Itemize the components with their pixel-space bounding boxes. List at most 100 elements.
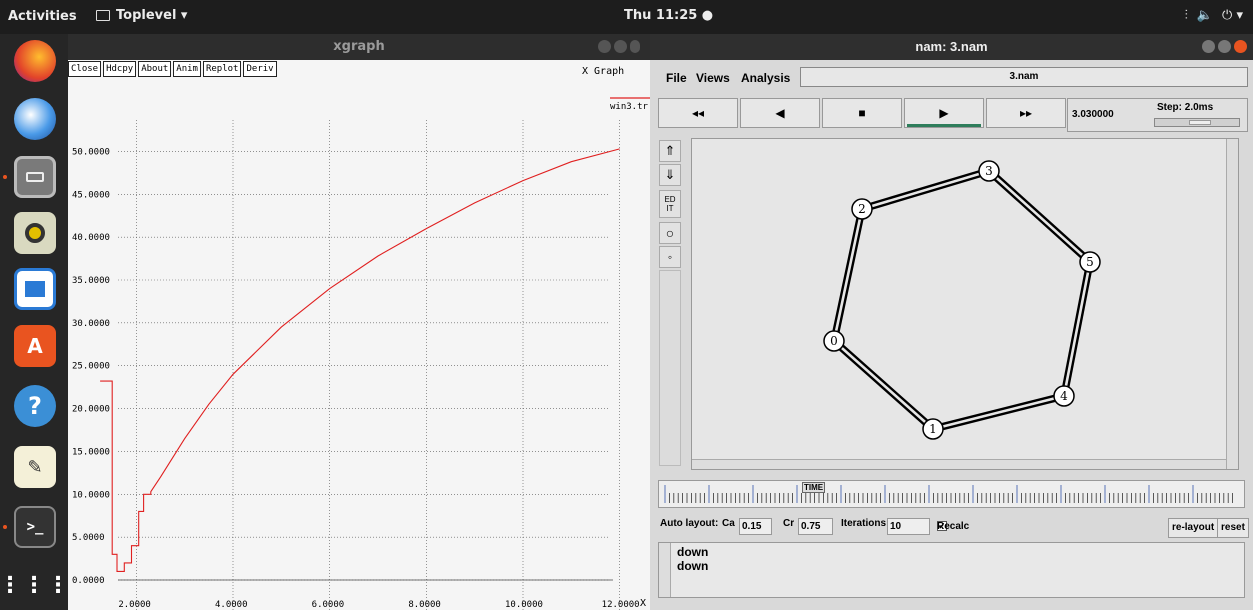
link-line xyxy=(860,167,989,208)
menu-file[interactable]: File xyxy=(666,71,687,85)
fast-rewind-button[interactable]: ◂◂ xyxy=(658,98,738,128)
log-line: down xyxy=(677,559,709,573)
volume-icon[interactable]: 🔈 xyxy=(1197,8,1213,23)
iterations-label: Iterations xyxy=(841,518,887,529)
maximize-button[interactable] xyxy=(614,40,627,53)
reset-button[interactable]: reset xyxy=(1217,518,1249,538)
time-panel: 3.030000 Step: 2.0ms xyxy=(1067,98,1248,132)
link-line xyxy=(831,341,933,432)
x-tick-label: 2.0000 xyxy=(118,600,151,610)
files-icon[interactable] xyxy=(14,156,56,198)
stop-button[interactable]: ■ xyxy=(822,98,902,128)
cr-input[interactable]: 0.75 xyxy=(798,518,833,535)
filename-field: 3.nam xyxy=(800,67,1248,87)
network-icon[interactable]: ⫶ xyxy=(1185,8,1188,23)
x-tick-label: 4.0000 xyxy=(215,600,248,610)
y-tick-label: 45.0000 xyxy=(72,190,110,200)
dock: A ? ✎ >_ ⋮⋮⋮ xyxy=(0,34,69,610)
rewind-button[interactable]: ◀ xyxy=(740,98,820,128)
apps-grid-icon[interactable]: ⋮⋮⋮ xyxy=(0,564,69,606)
firefox-icon[interactable] xyxy=(14,40,56,82)
node-tool-icon[interactable]: ○ xyxy=(659,222,681,244)
zoom-out-glyph: ⇓ xyxy=(664,167,676,182)
text-editor-icon[interactable]: ✎ xyxy=(14,446,56,488)
vertical-scrollbar[interactable] xyxy=(1226,139,1238,469)
log-panel[interactable]: down down xyxy=(658,542,1245,598)
terminal-icon[interactable]: >_ xyxy=(14,506,56,548)
rhythmbox-icon[interactable] xyxy=(14,212,56,254)
y-tick-label: 5.0000 xyxy=(72,533,105,543)
app-menu[interactable]: Toplevel ▾ xyxy=(96,8,187,23)
y-tick-label: 50.0000 xyxy=(72,147,110,157)
autolayout-label: Auto layout: xyxy=(660,518,719,529)
relayout-button[interactable]: re-layout xyxy=(1168,518,1219,538)
step-label: Step: 2.0ms xyxy=(1157,102,1214,113)
zoom-in-glyph: ⇑ xyxy=(664,143,676,158)
window-title: xgraph xyxy=(333,39,385,54)
node-label: 3 xyxy=(985,164,993,178)
y-tick-label: 40.0000 xyxy=(72,233,110,243)
network-topology: 0 1 2 3 4 5 xyxy=(823,160,1101,440)
y-tick-label: 25.0000 xyxy=(72,362,110,372)
timeline[interactable]: TIME xyxy=(658,480,1245,508)
top-bar: Activities Toplevel ▾ Thu 11:25 ● ⫶ 🔈 ⏻ … xyxy=(0,0,1253,34)
menu-analysis[interactable]: Analysis xyxy=(741,71,790,85)
log-scrollbar[interactable] xyxy=(659,543,671,597)
legend-label: win3.tr xyxy=(610,102,649,112)
edit-toolbar: ⇑ ⇓ ED IT ○ ◦ xyxy=(659,140,681,466)
xgraph-titlebar[interactable]: xgraph xyxy=(68,34,650,60)
auto-layout-bar: Auto layout: Ca 0.15 Cr 0.75 Iterations … xyxy=(650,514,1253,538)
link-line xyxy=(989,168,1093,262)
power-icon[interactable]: ⏻ ▾ xyxy=(1222,8,1243,23)
zoom-out-icon[interactable]: ⇓ xyxy=(659,164,681,186)
node-label: 1 xyxy=(929,422,937,436)
thunderbird-icon[interactable] xyxy=(14,98,56,140)
timeline-ruler xyxy=(664,485,1233,503)
fast-rewind-icon: ◂◂ xyxy=(691,106,705,120)
step-slider[interactable] xyxy=(1154,118,1240,127)
nam-titlebar[interactable]: nam: 3.nam xyxy=(650,34,1253,60)
network-canvas[interactable]: 0 1 2 3 4 5 xyxy=(691,138,1239,470)
play-icon: ▶ xyxy=(939,106,949,120)
close-window-button[interactable] xyxy=(1234,40,1247,53)
ca-input[interactable]: 0.15 xyxy=(739,518,772,535)
edit-button[interactable]: ED IT xyxy=(659,190,681,218)
fast-forward-button[interactable]: ▸▸ xyxy=(986,98,1066,128)
ca-label: Ca xyxy=(722,518,735,529)
current-time: 3.030000 xyxy=(1072,109,1114,120)
help-icon[interactable]: ? xyxy=(14,385,56,427)
x-tick-label: 10.0000 xyxy=(505,600,543,610)
x-tick-label: 12.0000 xyxy=(602,600,640,610)
time-marker[interactable]: TIME xyxy=(802,482,826,493)
tool-panel xyxy=(659,270,681,466)
clock[interactable]: Thu 11:25 ● xyxy=(624,8,713,23)
node-label: 4 xyxy=(1060,389,1068,403)
link-line xyxy=(835,209,866,342)
minimize-button[interactable] xyxy=(598,40,611,53)
step-slider-handle[interactable] xyxy=(1189,120,1211,125)
writer-icon[interactable] xyxy=(14,268,56,310)
node-label: 5 xyxy=(1086,255,1094,269)
zoom-in-icon[interactable]: ⇑ xyxy=(659,140,681,162)
close-window-button[interactable] xyxy=(630,40,640,53)
system-tray[interactable]: ⫶ 🔈 ⏻ ▾ xyxy=(1185,8,1243,23)
node-label: 2 xyxy=(858,202,866,216)
window-icon xyxy=(96,10,110,21)
point-tool-glyph: ◦ xyxy=(667,250,673,264)
link-line xyxy=(830,208,861,341)
link-line xyxy=(986,171,1090,265)
stop-icon: ■ xyxy=(858,106,866,120)
minimize-button[interactable] xyxy=(1202,40,1215,53)
iterations-input[interactable]: 10 xyxy=(887,518,930,535)
menu-views[interactable]: Views xyxy=(696,71,730,85)
activities-button[interactable]: Activities xyxy=(8,9,77,24)
software-icon[interactable]: A xyxy=(14,325,56,367)
x-tick-label: 6.0000 xyxy=(312,600,345,610)
play-button[interactable]: ▶ xyxy=(904,98,984,128)
horizontal-scrollbar[interactable] xyxy=(692,459,1226,469)
rewind-icon: ◀ xyxy=(775,106,785,120)
maximize-button[interactable] xyxy=(1218,40,1231,53)
point-tool-icon[interactable]: ◦ xyxy=(659,246,681,268)
node-label: 0 xyxy=(830,334,838,348)
node-tool-glyph: ○ xyxy=(665,225,675,241)
